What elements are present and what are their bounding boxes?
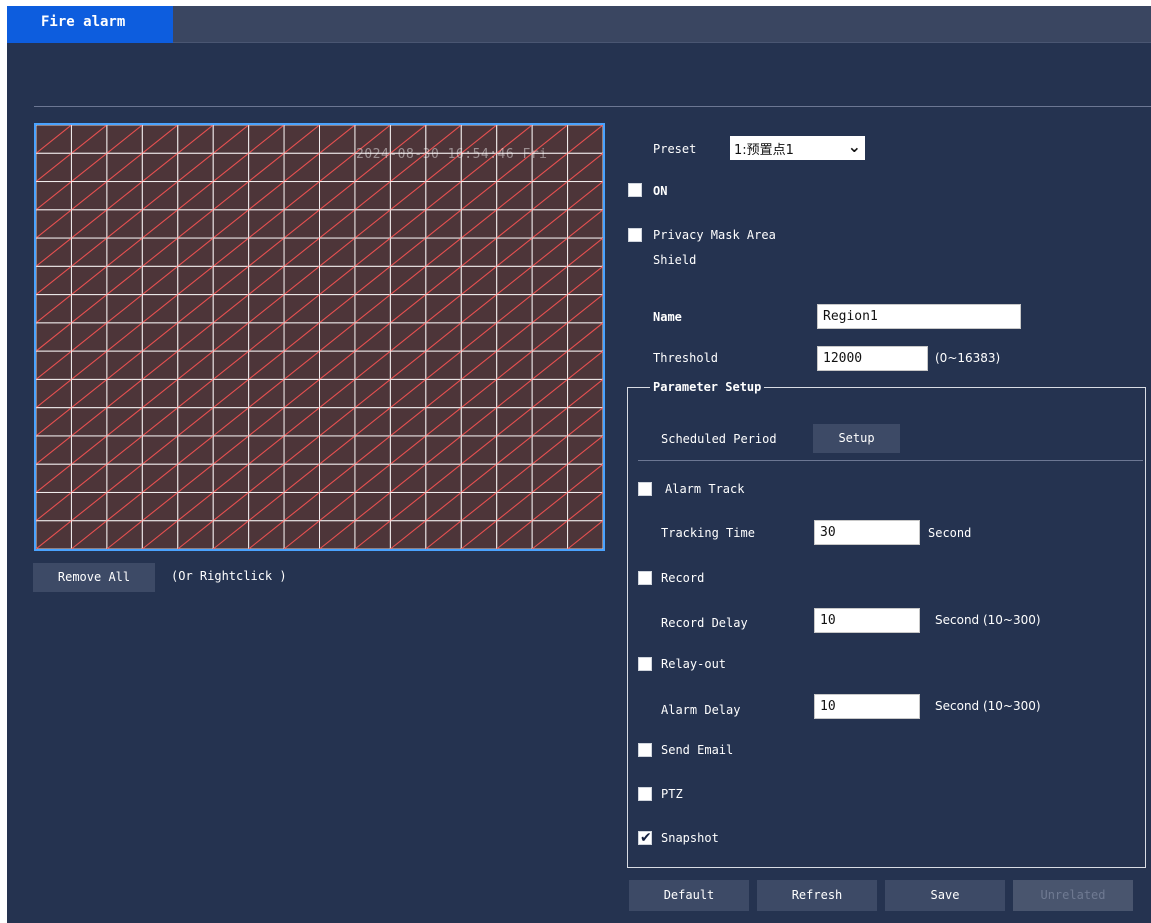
alarm-delay-label: Alarm Delay: [661, 703, 741, 717]
record-delay-unit: Second (10~300): [935, 613, 1041, 627]
snapshot-label: Snapshot: [661, 831, 719, 845]
divider: [34, 106, 1151, 107]
threshold-range: (0~16383): [935, 351, 1001, 365]
record-delay-label: Record Delay: [661, 616, 748, 630]
scheduled-period-label: Scheduled Period: [661, 432, 777, 446]
ptz-label: PTZ: [661, 787, 683, 801]
parameter-setup-legend: Parameter Setup: [650, 380, 765, 394]
preset-label: Preset: [653, 142, 697, 156]
alarm-track-checkbox[interactable]: [638, 482, 652, 496]
threshold-label: Threshold: [653, 351, 719, 365]
privacy-mask-label: Privacy Mask Area: [653, 228, 776, 242]
record-delay-input[interactable]: 10: [814, 608, 920, 633]
threshold-input[interactable]: 12000: [817, 346, 928, 371]
tab-bar: Fire alarm: [7, 6, 1151, 43]
record-checkbox[interactable]: [638, 571, 652, 585]
alarm-delay-input[interactable]: 10: [814, 694, 920, 719]
record-label: Record: [661, 571, 705, 585]
tracking-time-input[interactable]: 30: [814, 520, 920, 545]
on-label: ON: [653, 184, 668, 198]
tab-fire-alarm[interactable]: Fire alarm: [7, 6, 173, 43]
tracking-time-label: Tracking Time: [661, 526, 755, 540]
checkmark-icon: ✔: [640, 830, 652, 846]
grid-overlay: [36, 125, 603, 549]
send-email-checkbox[interactable]: [638, 743, 652, 757]
ptz-checkbox[interactable]: [638, 787, 652, 801]
privacy-mask-label-line2: Shield: [653, 253, 697, 267]
tracking-time-unit: Second: [928, 526, 972, 540]
alarm-track-label: Alarm Track: [665, 482, 745, 496]
fire-alarm-page: Fire alarm 2024-08-30 16:54:46 Fri Remov…: [7, 6, 1151, 923]
privacy-mask-checkbox[interactable]: [628, 228, 642, 242]
section-divider: [638, 460, 1143, 461]
relay-out-label: Relay-out: [661, 657, 727, 671]
send-email-label: Send Email: [661, 743, 734, 757]
chevron-down-icon: ⌄: [847, 137, 861, 156]
relay-out-checkbox[interactable]: [638, 657, 652, 671]
save-button[interactable]: Save: [885, 880, 1005, 911]
remove-all-button[interactable]: Remove All: [33, 563, 155, 592]
default-button[interactable]: Default: [629, 880, 749, 911]
refresh-button[interactable]: Refresh: [757, 880, 877, 911]
grid-cells: [36, 125, 603, 549]
name-label: Name: [653, 310, 682, 324]
osd-timestamp: 2024-08-30 16:54:46 Fri: [356, 147, 548, 162]
preset-select[interactable]: 1:预置点1 ⌄: [730, 136, 865, 160]
detection-area-grid[interactable]: 2024-08-30 16:54:46 Fri: [34, 123, 605, 551]
unrelated-button[interactable]: Unrelated: [1013, 880, 1133, 911]
alarm-delay-unit: Second (10~300): [935, 699, 1041, 713]
on-checkbox[interactable]: [628, 183, 642, 197]
rightclick-hint: (Or Rightclick ): [171, 569, 287, 583]
name-input[interactable]: Region1: [817, 304, 1021, 329]
snapshot-checkbox[interactable]: ✔: [638, 830, 652, 846]
preset-select-value: 1:预置点1: [734, 143, 794, 158]
setup-button[interactable]: Setup: [813, 424, 900, 453]
